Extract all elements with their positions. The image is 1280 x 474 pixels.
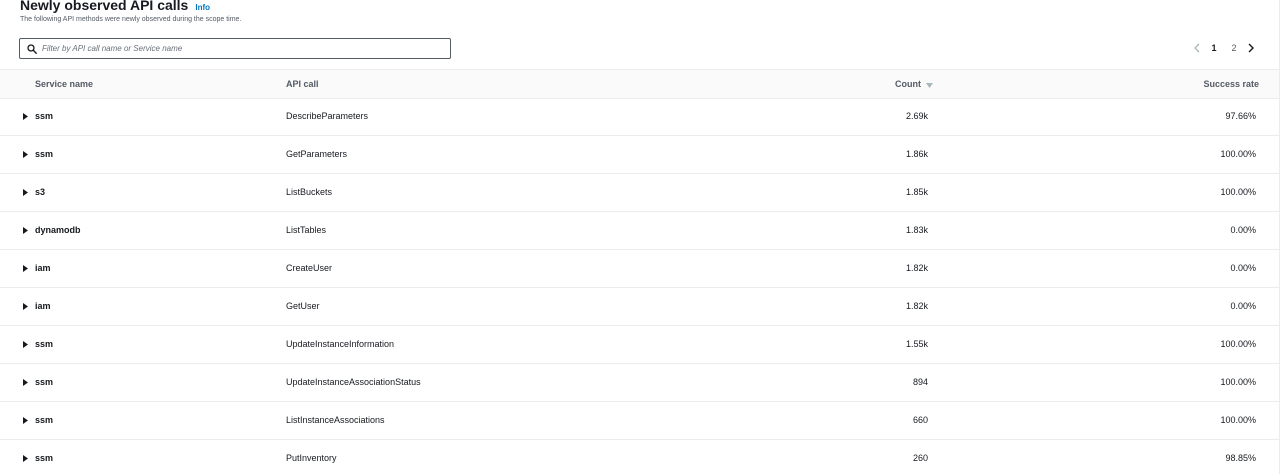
service-name-cell: ssm bbox=[35, 415, 54, 425]
table-row: dynamodb ListTables 1.83k 0.00% bbox=[0, 212, 1280, 250]
sort-descending-icon bbox=[926, 71, 933, 99]
panel-header: Newly observed API calls Info The follow… bbox=[20, 0, 241, 23]
table-row: iam CreateUser 1.82k 0.00% bbox=[0, 250, 1280, 288]
count-cell: 260 bbox=[912, 453, 928, 463]
success-rate-cell: 100.00% bbox=[1220, 149, 1256, 159]
table-row: ssm GetParameters 1.86k 100.00% bbox=[0, 136, 1280, 174]
title-row: Newly observed API calls Info bbox=[20, 0, 241, 12]
table-row: iam GetUser 1.82k 0.00% bbox=[0, 288, 1280, 326]
count-cell: 660 bbox=[912, 415, 928, 425]
column-header-api-call[interactable]: API call bbox=[286, 70, 319, 98]
filter-search-box[interactable] bbox=[19, 38, 451, 59]
caret-right-icon[interactable] bbox=[23, 212, 28, 249]
chevron-right-icon[interactable] bbox=[1244, 40, 1258, 56]
page-2-button[interactable]: 2 bbox=[1224, 43, 1244, 53]
service-name-cell: iam bbox=[35, 301, 51, 311]
success-rate-cell: 0.00% bbox=[1230, 263, 1256, 273]
service-name-cell: ssm bbox=[35, 111, 54, 121]
count-cell: 1.55k bbox=[905, 339, 928, 349]
api-call-cell: DescribeParameters bbox=[286, 111, 369, 121]
count-cell: 1.82k bbox=[905, 301, 928, 311]
success-rate-cell: 100.00% bbox=[1220, 415, 1256, 425]
search-icon bbox=[24, 39, 40, 58]
count-cell: 1.83k bbox=[905, 225, 928, 235]
service-name-cell: ssm bbox=[35, 377, 54, 387]
table-row: ssm UpdateInstanceInformation 1.55k 100.… bbox=[0, 326, 1280, 364]
api-call-cell: ListInstanceAssociations bbox=[286, 415, 385, 425]
success-rate-cell: 100.00% bbox=[1220, 187, 1256, 197]
panel-title: Newly observed API calls bbox=[20, 0, 189, 13]
table-row: ssm UpdateInstanceAssociationStatus 894 … bbox=[0, 364, 1280, 402]
table-row: s3 ListBuckets 1.85k 100.00% bbox=[0, 174, 1280, 212]
service-name-cell: iam bbox=[35, 263, 51, 273]
service-name-cell: ssm bbox=[35, 339, 54, 349]
caret-right-icon[interactable] bbox=[23, 288, 28, 325]
caret-right-icon[interactable] bbox=[23, 136, 28, 173]
caret-right-icon[interactable] bbox=[23, 98, 28, 135]
column-header-count-label: Count bbox=[895, 79, 921, 89]
api-call-cell: UpdateInstanceInformation bbox=[286, 339, 395, 349]
success-rate-cell: 100.00% bbox=[1220, 339, 1256, 349]
pagination: 1 2 bbox=[1190, 40, 1258, 56]
api-call-cell: PutInventory bbox=[286, 453, 337, 463]
caret-right-icon[interactable] bbox=[23, 402, 28, 439]
info-link[interactable]: Info bbox=[195, 1, 210, 15]
caret-right-icon[interactable] bbox=[23, 364, 28, 401]
count-cell: 1.86k bbox=[905, 149, 928, 159]
api-call-cell: GetParameters bbox=[286, 149, 348, 159]
caret-right-icon[interactable] bbox=[23, 250, 28, 287]
newly-observed-api-calls-panel: Newly observed API calls Info The follow… bbox=[0, 0, 1280, 474]
caret-right-icon[interactable] bbox=[23, 174, 28, 211]
service-name-cell: ssm bbox=[35, 453, 54, 463]
success-rate-cell: 100.00% bbox=[1220, 377, 1256, 387]
api-call-cell: ListBuckets bbox=[286, 187, 333, 197]
table-row: ssm ListInstanceAssociations 660 100.00% bbox=[0, 402, 1280, 440]
api-call-cell: CreateUser bbox=[286, 263, 333, 273]
count-cell: 1.85k bbox=[905, 187, 928, 197]
success-rate-cell: 98.85% bbox=[1225, 453, 1256, 463]
column-header-count[interactable]: Count bbox=[895, 70, 933, 98]
page-1-button[interactable]: 1 bbox=[1204, 43, 1224, 53]
count-cell: 1.82k bbox=[905, 263, 928, 273]
table-body: ssm DescribeParameters 2.69k 97.66% ssm … bbox=[0, 98, 1280, 474]
column-header-success-rate[interactable]: Success rate bbox=[1203, 70, 1259, 98]
table-header: Service name API call Count Success rate bbox=[0, 69, 1280, 99]
caret-right-icon[interactable] bbox=[23, 326, 28, 363]
chevron-left-icon[interactable] bbox=[1190, 40, 1204, 56]
count-cell: 894 bbox=[912, 377, 928, 387]
success-rate-cell: 0.00% bbox=[1230, 301, 1256, 311]
service-name-cell: ssm bbox=[35, 149, 54, 159]
caret-right-icon[interactable] bbox=[23, 440, 28, 474]
success-rate-cell: 0.00% bbox=[1230, 225, 1256, 235]
table-row: ssm DescribeParameters 2.69k 97.66% bbox=[0, 98, 1280, 136]
filter-input[interactable] bbox=[40, 44, 442, 53]
panel-description: The following API methods were newly obs… bbox=[20, 16, 242, 23]
success-rate-cell: 97.66% bbox=[1225, 111, 1256, 121]
column-header-service-name[interactable]: Service name bbox=[35, 70, 93, 98]
table-row: ssm PutInventory 260 98.85% bbox=[0, 440, 1280, 474]
service-name-cell: s3 bbox=[35, 187, 46, 197]
api-call-cell: GetUser bbox=[286, 301, 320, 311]
api-call-cell: ListTables bbox=[286, 225, 327, 235]
api-call-cell: UpdateInstanceAssociationStatus bbox=[286, 377, 421, 387]
count-cell: 2.69k bbox=[905, 111, 928, 121]
service-name-cell: dynamodb bbox=[35, 225, 81, 235]
